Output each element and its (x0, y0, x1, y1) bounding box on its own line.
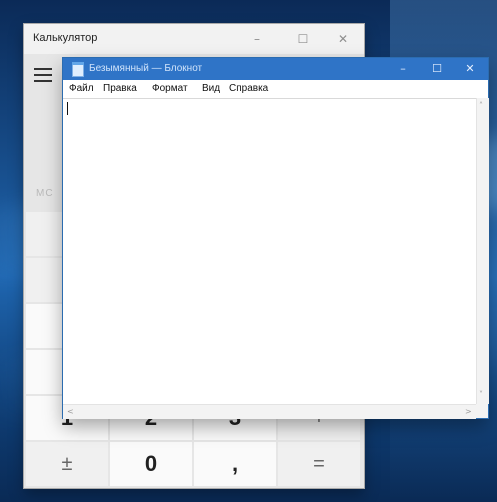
notepad-minimize-button[interactable]: – (385, 58, 421, 80)
scroll-left-arrow-icon[interactable]: < (67, 407, 74, 416)
horizontal-scrollbar[interactable]: < > (63, 404, 476, 419)
notepad-close-button[interactable]: ✕ (452, 58, 488, 80)
menu-edit[interactable]: Правка (103, 83, 137, 94)
hamburger-menu-icon[interactable] (34, 68, 52, 82)
key-equals[interactable]: = (278, 442, 360, 486)
resize-grip-icon[interactable] (476, 404, 488, 418)
notepad-icon (70, 62, 84, 77)
notepad-title: Безымянный — Блокнот (89, 63, 203, 74)
key-negate[interactable]: ± (26, 442, 108, 486)
menu-format[interactable]: Формат (152, 83, 188, 94)
scroll-up-arrow-icon[interactable]: ˄ (479, 101, 483, 110)
menu-file[interactable]: Файл (69, 83, 94, 94)
notepad-titlebar[interactable]: Безымянный — Блокнот – ☐ ✕ (63, 58, 488, 80)
menu-view[interactable]: Вид (202, 83, 220, 94)
notepad-maximize-button[interactable]: ☐ (419, 58, 455, 80)
scroll-right-arrow-icon[interactable]: > (465, 407, 472, 416)
text-caret (67, 102, 68, 115)
memory-clear-button[interactable]: MC (36, 188, 54, 199)
menu-help[interactable]: Справка (229, 83, 268, 94)
calculator-minimize-button[interactable]: – (234, 24, 280, 54)
key-decimal[interactable]: , (194, 442, 276, 486)
key-0[interactable]: 0 (110, 442, 192, 486)
notepad-window: Безымянный — Блокнот – ☐ ✕ Файл Правка Ф… (63, 58, 489, 419)
calculator-titlebar[interactable]: Калькулятор – ☐ ✕ (24, 24, 364, 54)
calculator-close-button[interactable]: ✕ (320, 24, 366, 54)
notepad-menubar: Файл Правка Формат Вид Справка (63, 80, 488, 98)
vertical-scrollbar[interactable]: ˄ ˅ (476, 98, 489, 404)
notepad-text-area[interactable] (63, 98, 476, 405)
calculator-title: Калькулятор (33, 32, 98, 44)
scroll-down-arrow-icon[interactable]: ˅ (479, 390, 483, 399)
